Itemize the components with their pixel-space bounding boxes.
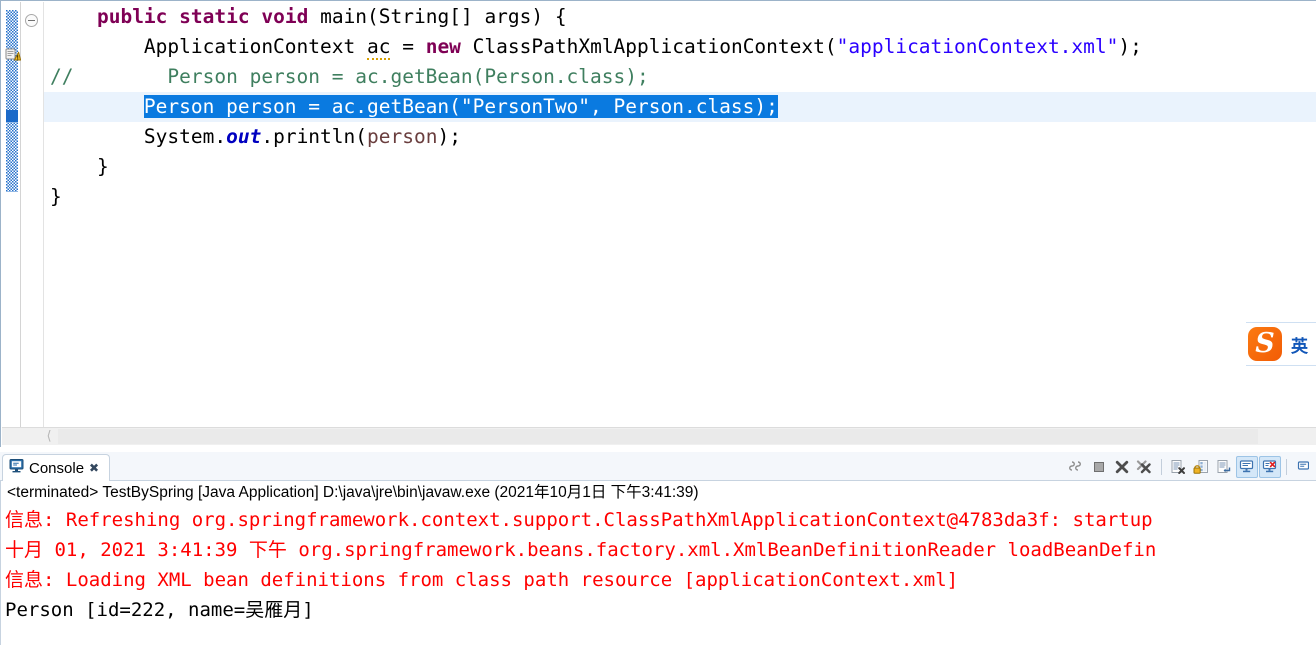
change-bar-marker — [6, 10, 18, 192]
console-view: Console ✖ <terminated> TestBySpring [Jav… — [0, 452, 1316, 645]
code-token: out — [226, 125, 262, 148]
code-token: void — [261, 5, 309, 28]
clear-console-button[interactable] — [1167, 456, 1189, 478]
code-token: static — [179, 5, 250, 28]
warning-icon[interactable] — [5, 46, 22, 62]
editor-folding-column[interactable] — [22, 2, 44, 427]
code-line[interactable]: public static void main(String[] args) { — [44, 2, 1316, 32]
console-output-line: 信息: Refreshing org.springframework.conte… — [5, 509, 1153, 531]
code-text-area[interactable]: public static void main(String[] args) {… — [44, 2, 1316, 427]
scroll-lock-button[interactable] — [1190, 456, 1212, 478]
toolbar-separator — [1161, 458, 1162, 475]
code-token: .println( — [261, 125, 368, 148]
sogou-logo-letter: S — [1255, 328, 1275, 359]
terminate-all-button[interactable] — [1065, 456, 1087, 478]
code-token: public — [96, 5, 168, 28]
code-line[interactable]: ApplicationContext ac = new ClassPathXml… — [44, 32, 1316, 62]
sogou-ime-status-bar[interactable]: S 英 — [1246, 322, 1316, 366]
close-icon[interactable]: ✖ — [89, 461, 99, 475]
code-token: } — [50, 155, 109, 178]
console-output-line: Person [id=222, name=吴雁月] — [5, 599, 314, 621]
console-tab-bar: Console ✖ — [0, 452, 1316, 481]
scroll-left-arrow-icon[interactable]: ⟨ — [40, 428, 58, 446]
code-token: person — [367, 125, 438, 148]
code-token: = — [390, 35, 426, 58]
pin-console-button[interactable] — [1236, 455, 1258, 478]
console-toolbar — [1065, 454, 1314, 479]
editor-horizontal-scrollbar[interactable]: ⟨ — [2, 427, 1316, 445]
code-token: ); — [437, 125, 461, 148]
toolbar-separator-2 — [1286, 458, 1287, 475]
code-line[interactable]: // Person person = ac.getBean(Person.cla… — [44, 62, 1316, 92]
console-icon — [9, 458, 24, 478]
code-token: ApplicationContext — [50, 35, 367, 58]
code-token: ac — [366, 35, 391, 60]
java-editor[interactable]: public static void main(String[] args) {… — [0, 0, 1316, 450]
code-token: new — [425, 35, 461, 58]
change-bar-solid-marker — [6, 110, 18, 122]
open-console-button[interactable] — [1292, 456, 1314, 478]
horizontal-scrollbar-thumb[interactable] — [58, 429, 1258, 444]
code-token: ClassPathXmlApplicationContext( — [460, 35, 837, 58]
tab-console-label: Console — [29, 459, 85, 477]
collapse-fold-icon[interactable] — [25, 14, 38, 27]
eclipse-ide-window: public static void main(String[] args) {… — [0, 0, 1316, 645]
code-token: System. — [50, 125, 227, 148]
tab-console[interactable]: Console ✖ — [2, 454, 111, 481]
code-line[interactable]: } — [44, 182, 1316, 212]
console-output-line: 十月 01, 2021 3:41:39 下午 org.springframewo… — [5, 539, 1157, 561]
code-token: ); — [1118, 35, 1142, 58]
display-selected-console-button[interactable] — [1259, 455, 1281, 478]
code-token: // Person person = ac.getBean(Person.cla… — [50, 65, 649, 88]
remove-all-terminated-launches-button[interactable] — [1134, 456, 1156, 478]
editor-annotation-ruler[interactable] — [2, 2, 22, 427]
code-token: } — [50, 185, 62, 208]
terminate-button[interactable] — [1088, 456, 1110, 478]
code-token: main(String[] args) { — [308, 5, 567, 28]
console-process-header: <terminated> TestBySpring [Java Applicat… — [7, 484, 699, 501]
console-output-area[interactable]: <terminated> TestBySpring [Java Applicat… — [0, 481, 1316, 645]
code-line[interactable]: System.out.println(person); — [44, 122, 1316, 152]
code-token: Person person = ac.getBean("PersonTwo", … — [143, 95, 778, 118]
code-line[interactable]: } — [44, 152, 1316, 182]
editor-frame: public static void main(String[] args) {… — [0, 0, 1316, 447]
code-line-selected[interactable]: Person person = ac.getBean("PersonTwo", … — [44, 92, 1316, 122]
remove-launch-button[interactable] — [1111, 456, 1133, 478]
word-wrap-button[interactable] — [1213, 456, 1235, 478]
code-token: "applicationContext.xml" — [836, 35, 1119, 58]
ime-mode-label[interactable]: 英 — [1291, 332, 1308, 357]
console-output-line: 信息: Loading XML bean definitions from cl… — [5, 569, 959, 591]
sogou-logo-icon[interactable]: S — [1248, 327, 1282, 361]
